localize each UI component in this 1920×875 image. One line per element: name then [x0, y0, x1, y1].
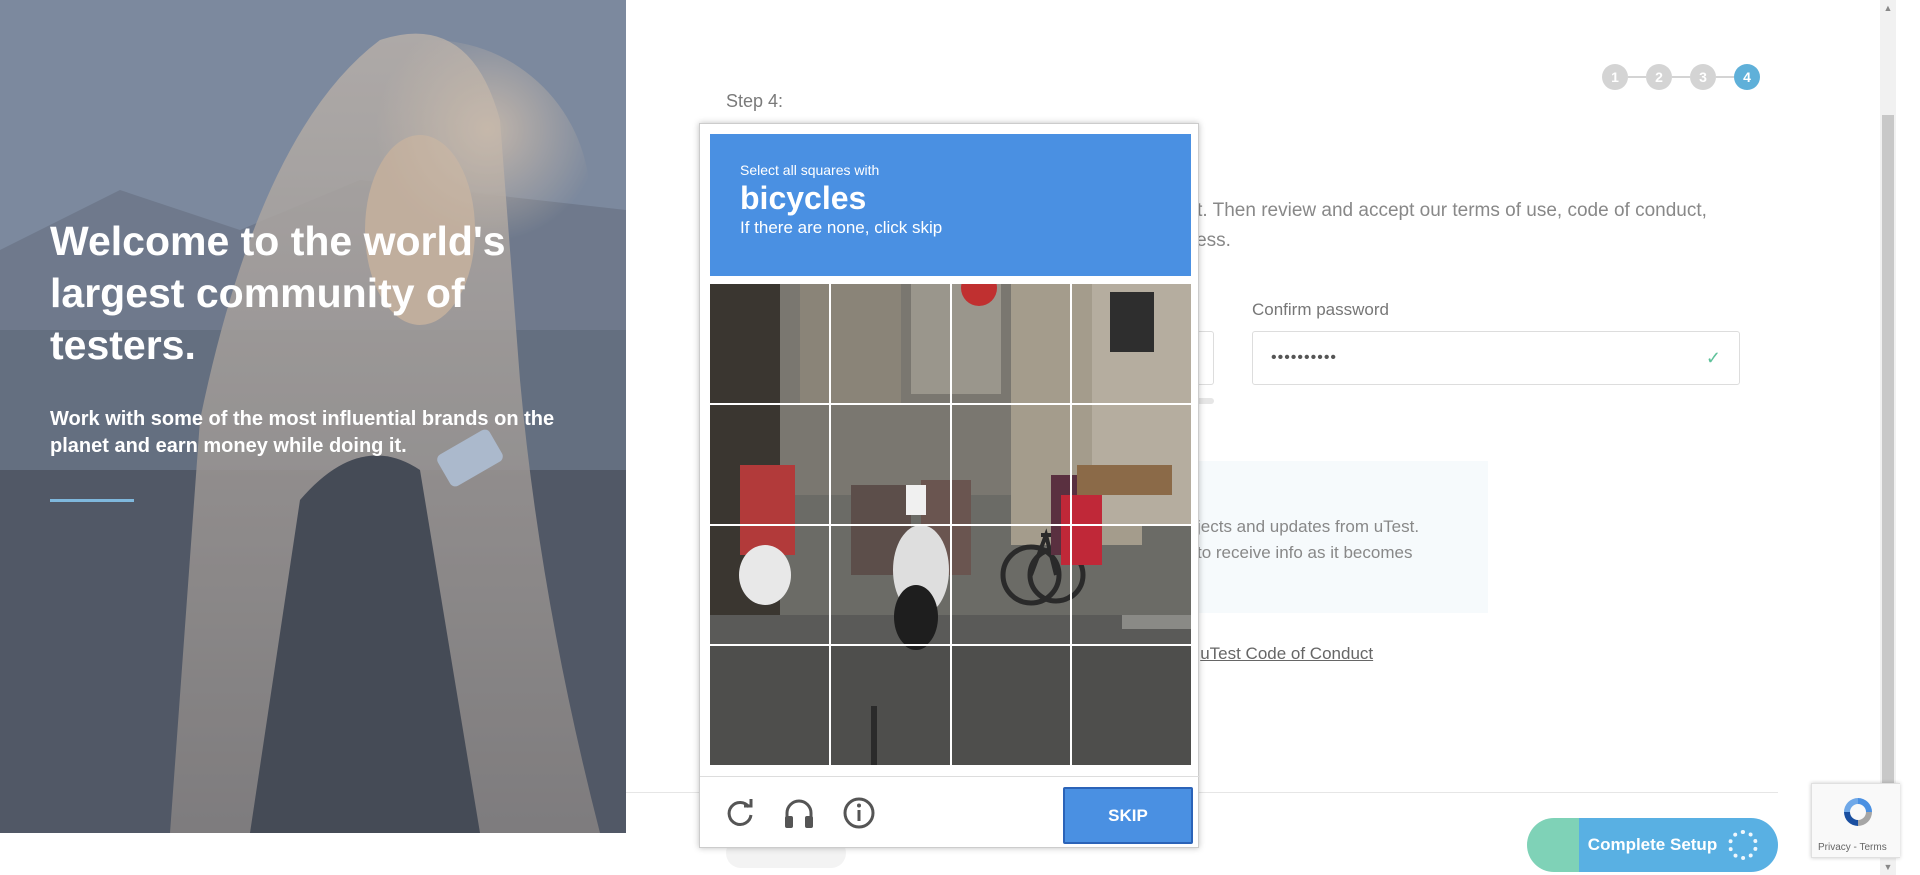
opt-in-line-2: to receive info as it becomes	[1197, 543, 1413, 562]
captcha-tile[interactable]	[830, 284, 950, 403]
scroll-down-icon[interactable]: ▼	[1882, 861, 1894, 873]
step-progress: 1 2 3 4	[1602, 64, 1760, 90]
captcha-tile[interactable]	[830, 646, 950, 765]
captcha-tile-image	[1072, 284, 1191, 403]
captcha-tile[interactable]	[951, 404, 1071, 524]
step-connector	[1672, 76, 1690, 78]
captcha-tile[interactable]	[710, 525, 829, 645]
code-of-conduct-link[interactable]: uTest Code of Conduct	[1200, 644, 1373, 663]
captcha-instruction: Select all squares with	[740, 162, 880, 178]
step-label: Step 4:	[726, 91, 784, 111]
captcha-tile-image	[710, 646, 829, 765]
captcha-tile[interactable]	[830, 404, 950, 524]
confirm-password-field[interactable]: •••••••••• ✓	[1252, 331, 1740, 385]
captcha-tile[interactable]	[830, 525, 950, 645]
captcha-image-grid	[710, 284, 1191, 765]
updates-opt-in-text: jects and updates from uTest. to receive…	[1197, 514, 1419, 566]
step-connector	[1628, 76, 1646, 78]
step-1[interactable]: 1	[1602, 64, 1628, 90]
captcha-target-object: bicycles	[740, 180, 867, 216]
check-icon: ✓	[1705, 347, 1721, 368]
scroll-up-icon[interactable]: ▲	[1882, 2, 1894, 14]
recaptcha-privacy-terms[interactable]: Privacy - Terms	[1818, 842, 1887, 853]
info-icon[interactable]	[841, 795, 877, 831]
captcha-tile-image	[951, 525, 1071, 645]
captcha-challenge: Select all squares with bicycles If ther…	[699, 123, 1200, 849]
captcha-tile[interactable]	[1072, 404, 1191, 524]
captcha-tile[interactable]	[951, 525, 1071, 645]
captcha-tile-image	[951, 646, 1071, 765]
hero-panel: Welcome to the world's largest community…	[0, 0, 626, 833]
captcha-tile-image	[1072, 525, 1191, 645]
skip-button[interactable]: SKIP	[1063, 787, 1193, 844]
headphones-icon[interactable]	[781, 795, 817, 831]
captcha-tile-image	[710, 404, 829, 524]
captcha-tile-image	[710, 284, 829, 403]
captcha-tile-image	[830, 525, 950, 645]
step-intro-text: unt. Then review and accept our terms of…	[1176, 196, 1776, 256]
hero-accent-line	[50, 499, 134, 502]
intro-line-2: ocess.	[1176, 230, 1231, 251]
captcha-tile-image	[951, 284, 1071, 403]
captcha-skip-hint: If there are none, click skip	[740, 218, 943, 237]
step-2[interactable]: 2	[1646, 64, 1672, 90]
captcha-tile-image	[830, 404, 950, 524]
captcha-tile-image	[951, 404, 1071, 524]
step-4[interactable]: 4	[1734, 64, 1760, 90]
confirm-password-label: Confirm password	[1252, 300, 1389, 319]
captcha-tile-image	[1072, 646, 1191, 765]
opt-in-line-1: jects and updates from uTest.	[1197, 517, 1420, 536]
recaptcha-badge[interactable]: Privacy - Terms	[1811, 783, 1900, 858]
captcha-tile-image	[830, 646, 950, 765]
reload-icon[interactable]	[722, 795, 758, 831]
captcha-tile[interactable]	[710, 284, 829, 403]
hero-title: Welcome to the world's largest community…	[50, 218, 506, 368]
captcha-tile[interactable]	[710, 646, 829, 765]
loading-spinner-icon	[1728, 830, 1758, 860]
captcha-header: Select all squares with bicycles If ther…	[710, 134, 1191, 276]
captcha-tile[interactable]	[1072, 525, 1191, 645]
recaptcha-logo-icon	[1844, 798, 1872, 826]
step-connector	[1716, 76, 1734, 78]
hero-subtitle: Work with some of the most influential b…	[50, 408, 555, 457]
captcha-footer: SKIP	[700, 776, 1200, 849]
step-3[interactable]: 3	[1690, 64, 1716, 90]
captcha-tile[interactable]	[951, 284, 1071, 403]
captcha-tile-image	[710, 525, 829, 645]
captcha-tile-image	[1072, 404, 1191, 524]
captcha-tile[interactable]	[1072, 284, 1191, 403]
complete-setup-label: Complete Setup	[1587, 835, 1718, 854]
captcha-tile[interactable]	[710, 404, 829, 524]
code-of-conduct-row: e uTest Code of Conduct	[1186, 644, 1373, 664]
captcha-tile-image	[830, 284, 950, 403]
captcha-tile[interactable]	[951, 646, 1071, 765]
intro-line-1: unt. Then review and accept our terms of…	[1176, 200, 1707, 221]
scrollbar-thumb[interactable]	[1882, 115, 1894, 855]
complete-setup-button[interactable]: Complete Setup	[1527, 818, 1778, 872]
captcha-tile[interactable]	[1072, 646, 1191, 765]
confirm-password-value: ••••••••••	[1271, 349, 1338, 366]
